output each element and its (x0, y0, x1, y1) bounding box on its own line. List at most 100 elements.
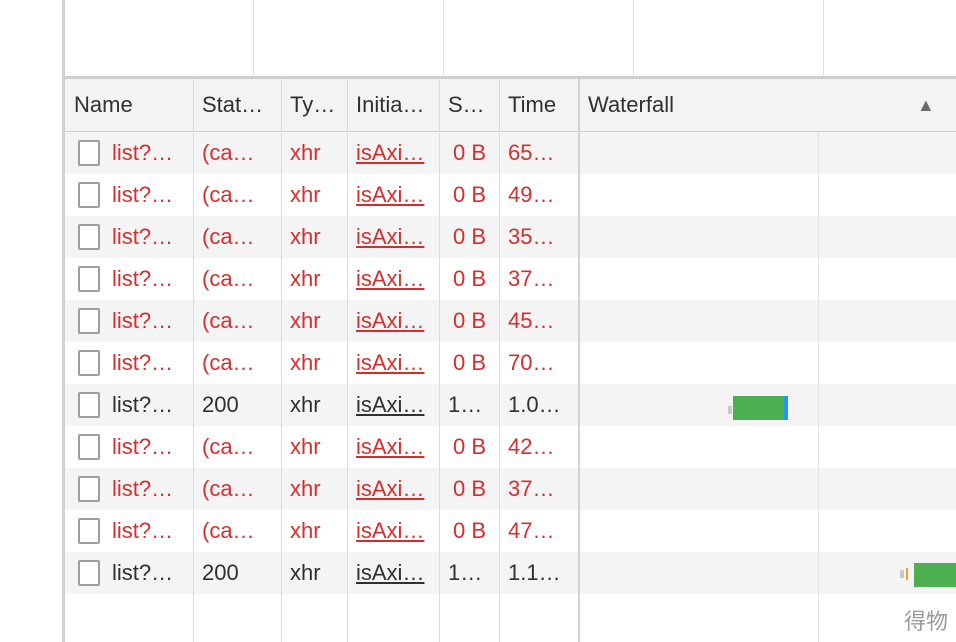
request-time: 65… (508, 140, 555, 165)
waterfall-wait-bar[interactable] (784, 396, 788, 420)
request-type: xhr (290, 266, 321, 291)
table-row[interactable]: list?… (ca… xhr isAxi… 0 B 37… (65, 258, 956, 300)
request-initiator[interactable]: isAxi… (347, 426, 439, 468)
request-status: (ca… (202, 224, 255, 249)
request-type: xhr (290, 140, 321, 165)
request-time: 70… (508, 350, 555, 375)
request-status: (ca… (202, 434, 255, 459)
overview-gridline (253, 0, 254, 76)
table-row[interactable]: list?… (ca… xhr isAxi… 0 B 35… (65, 216, 956, 258)
request-status: (ca… (202, 308, 255, 333)
request-status: 200 (202, 392, 239, 417)
waterfall-queue-bar[interactable] (728, 406, 732, 414)
request-status: (ca… (202, 476, 255, 501)
sort-ascending-icon[interactable]: ▲ (917, 79, 935, 131)
request-size: 0 B (453, 308, 487, 333)
document-icon (78, 350, 100, 376)
request-status: (ca… (202, 266, 255, 291)
network-overview-timeline[interactable] (65, 0, 956, 76)
table-row[interactable]: list?… (ca… xhr isAxi… 0 B 65… (65, 132, 956, 174)
request-size: 1… (448, 392, 483, 417)
document-icon (78, 308, 100, 334)
request-size: 1… (448, 560, 483, 585)
column-header-time[interactable]: Time (499, 79, 579, 131)
request-status: (ca… (202, 182, 255, 207)
request-initiator[interactable]: isAxi… (347, 132, 439, 174)
waterfall-queue-bar[interactable] (900, 570, 904, 578)
request-size: 0 B (453, 140, 487, 165)
request-time: 47… (508, 518, 555, 543)
column-divider[interactable] (193, 79, 194, 642)
document-icon (78, 434, 100, 460)
left-panel-gutter (0, 0, 62, 642)
column-header-name[interactable]: Name (65, 79, 193, 131)
request-size: 0 B (453, 350, 487, 375)
request-initiator[interactable]: isAxi… (347, 552, 439, 594)
document-icon (78, 140, 100, 166)
table-row[interactable]: list?… (ca… xhr isAxi… 0 B 45… (65, 300, 956, 342)
request-type: xhr (290, 224, 321, 249)
document-icon (78, 476, 100, 502)
column-divider[interactable] (347, 79, 348, 642)
column-divider[interactable] (281, 79, 282, 642)
request-initiator[interactable]: isAxi… (347, 174, 439, 216)
document-icon (78, 392, 100, 418)
request-time: 37… (508, 266, 555, 291)
request-time: 49… (508, 182, 555, 207)
request-type: xhr (290, 518, 321, 543)
column-divider[interactable] (499, 79, 500, 642)
request-type: xhr (290, 392, 321, 417)
watermark-logo: 得物 (903, 610, 948, 635)
request-size: 0 B (453, 182, 487, 207)
request-size: 0 B (453, 518, 487, 543)
request-status: (ca… (202, 140, 255, 165)
request-time: 35… (508, 224, 555, 249)
request-time: 42… (508, 434, 555, 459)
request-type: xhr (290, 182, 321, 207)
request-size: 0 B (453, 434, 487, 459)
table-row[interactable]: list?… 200 xhr isAxi… 1… 1.1… (65, 552, 956, 594)
waterfall-divider[interactable] (578, 79, 580, 642)
column-divider[interactable] (439, 79, 440, 642)
request-type: xhr (290, 308, 321, 333)
request-initiator[interactable]: isAxi… (347, 342, 439, 384)
waterfall-receive-bar[interactable] (914, 563, 956, 587)
request-size: 0 B (453, 224, 487, 249)
waterfall-stalled-bar[interactable] (906, 568, 908, 580)
document-icon (78, 224, 100, 250)
request-time: 1.0… (508, 392, 561, 417)
table-row[interactable]: list?… (ca… xhr isAxi… 0 B 37… (65, 468, 956, 510)
request-time: 1.1… (508, 560, 561, 585)
table-row[interactable]: list?… (ca… xhr isAxi… 0 B 42… (65, 426, 956, 468)
request-initiator[interactable]: isAxi… (347, 300, 439, 342)
request-initiator[interactable]: isAxi… (347, 384, 439, 426)
table-row[interactable]: list?… (ca… xhr isAxi… 0 B 49… (65, 174, 956, 216)
table-row[interactable]: list?… (ca… xhr isAxi… 0 B 47… (65, 510, 956, 552)
overview-gridline (443, 0, 444, 76)
request-size: 0 B (453, 476, 487, 501)
document-icon (78, 266, 100, 292)
waterfall-receive-bar[interactable] (733, 396, 785, 420)
request-type: xhr (290, 560, 321, 585)
request-status: 200 (202, 560, 239, 585)
document-icon (78, 560, 100, 586)
column-header-initiator[interactable]: Initia… (347, 79, 439, 131)
overview-gridline (823, 0, 824, 76)
document-icon (78, 518, 100, 544)
request-initiator[interactable]: isAxi… (347, 510, 439, 552)
request-initiator[interactable]: isAxi… (347, 468, 439, 510)
request-initiator[interactable]: isAxi… (347, 216, 439, 258)
table-row[interactable]: list?… (ca… xhr isAxi… 0 B 70… (65, 342, 956, 384)
request-type: xhr (290, 350, 321, 375)
overview-gridline (633, 0, 634, 76)
column-header-status[interactable]: Stat… (193, 79, 281, 131)
column-header-size[interactable]: S… (439, 79, 499, 131)
waterfall-gridline (818, 132, 819, 642)
column-header-type[interactable]: Ty… (281, 79, 347, 131)
table-header: Name Stat… Ty… Initia… S… Time Waterfall… (65, 79, 956, 132)
request-time: 37… (508, 476, 555, 501)
document-icon (78, 182, 100, 208)
column-header-waterfall[interactable]: Waterfall (579, 79, 909, 131)
request-initiator[interactable]: isAxi… (347, 258, 439, 300)
table-row[interactable]: list?… 200 xhr isAxi… 1… 1.0… (65, 384, 956, 426)
